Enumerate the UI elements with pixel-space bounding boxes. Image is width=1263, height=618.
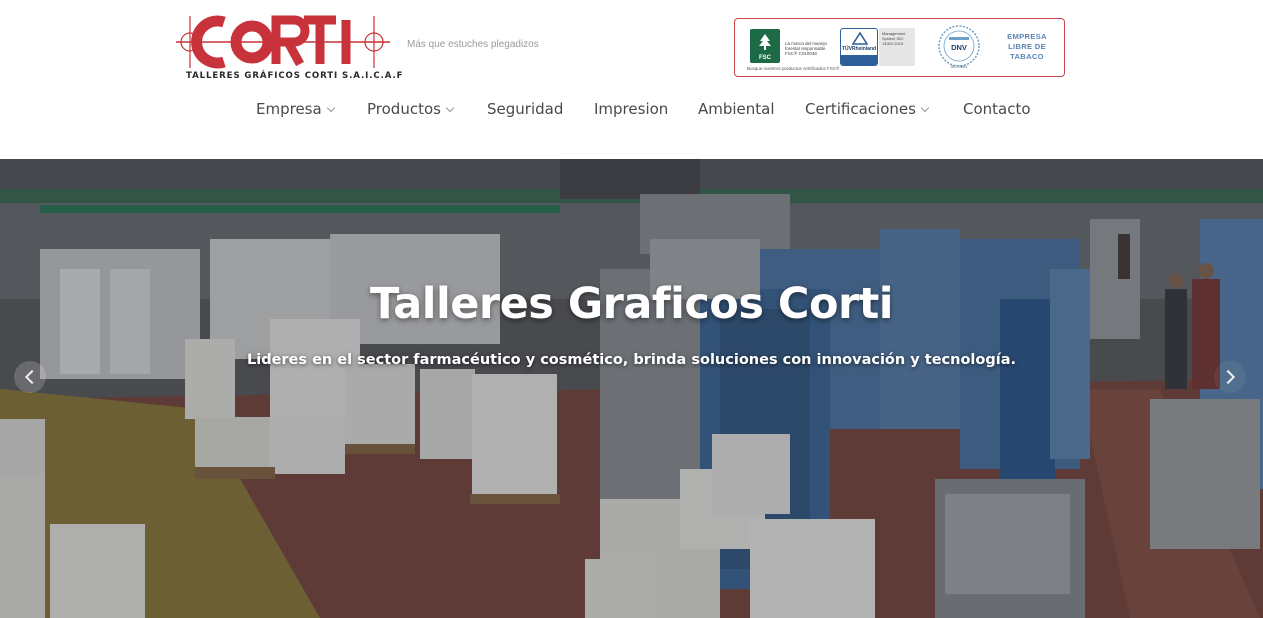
fsc-code: FSC® C010048 bbox=[785, 51, 817, 56]
nav-item-ambiental[interactable]: Ambiental bbox=[698, 100, 775, 118]
certifications-banner: FSC La marca del manejo forestal respons… bbox=[734, 18, 1065, 77]
hero-subtitle: Lideres en el sector farmacéutico y cosm… bbox=[247, 352, 1016, 368]
nav-item-productos[interactable]: Productos bbox=[367, 100, 455, 118]
tree-icon bbox=[759, 34, 771, 50]
nav-item-label: Empresa bbox=[256, 100, 322, 118]
chevron-down-icon bbox=[326, 103, 335, 113]
tuv-logo: TÜVRheinland bbox=[840, 28, 878, 66]
tuv-band bbox=[841, 55, 877, 65]
triangle-icon bbox=[852, 32, 868, 45]
slider-prev-button[interactable] bbox=[14, 361, 46, 393]
fsc-description: La marca del manejo forestal responsable bbox=[785, 41, 828, 51]
tabaco-line-3: TABACO bbox=[1010, 52, 1044, 61]
nav-item-label: Certificaciones bbox=[805, 100, 916, 118]
tagline: Más que estuches plegadizos bbox=[407, 39, 539, 50]
nav-item-label: Ambiental bbox=[698, 100, 775, 118]
chevron-right-icon bbox=[1220, 369, 1236, 385]
tabaco-line-1: EMPRESA bbox=[1007, 32, 1047, 41]
dnv-footer: ISO 9001 bbox=[950, 64, 968, 69]
logo-caption: TALLERES GRÁFICOS CORTI S.A.I.C.A.F bbox=[186, 71, 404, 81]
nav-item-seguridad[interactable]: Seguridad bbox=[487, 100, 563, 118]
chevron-left-icon bbox=[24, 369, 40, 385]
main-nav: Empresa Productos Seguridad Impresion Am… bbox=[0, 100, 1263, 120]
hero-overlay bbox=[0, 159, 1263, 618]
nav-item-label: Productos bbox=[367, 100, 441, 118]
tuv-certificate-card: Management System ISO 14001:2015 bbox=[879, 28, 915, 66]
tabaco-line-2: LIBRE DE bbox=[1008, 42, 1046, 51]
nav-item-certificaciones[interactable]: Certificaciones bbox=[805, 100, 930, 118]
fsc-subtext: Busque nuestros productos certificados F… bbox=[747, 66, 840, 71]
nav-item-empresa[interactable]: Empresa bbox=[256, 100, 335, 118]
fsc-logo: FSC bbox=[750, 29, 780, 63]
logo-graphic bbox=[176, 15, 390, 69]
tuv-card-text: Management System ISO 14001:2015 bbox=[882, 31, 906, 46]
fsc-label: FSC bbox=[759, 55, 771, 61]
dnv-label: DNV bbox=[951, 43, 967, 52]
chevron-down-icon bbox=[920, 103, 930, 113]
corti-logo[interactable]: TALLERES GRÁFICOS CORTI S.A.I.C.A.F bbox=[176, 12, 404, 84]
nav-item-label: Contacto bbox=[963, 100, 1031, 118]
fsc-text: La marca del manejo forestal responsable… bbox=[785, 41, 831, 56]
nav-item-label: Impresion bbox=[594, 100, 669, 118]
tabaco-badge: EMPRESA LIBRE DE TABACO bbox=[997, 32, 1057, 62]
dnv-logo: DNV ISO 9001 bbox=[935, 24, 983, 70]
hero-slider: Talleres Graficos Corti Lideres en el se… bbox=[0, 159, 1263, 618]
nav-item-impresion[interactable]: Impresion bbox=[594, 100, 668, 118]
slider-next-button[interactable] bbox=[1214, 361, 1246, 393]
chevron-down-icon bbox=[445, 103, 455, 113]
nav-item-label: Seguridad bbox=[487, 100, 564, 118]
hero-title: Talleres Graficos Corti bbox=[369, 279, 894, 329]
tuv-label: TÜVRheinland bbox=[841, 46, 877, 52]
site-header: TALLERES GRÁFICOS CORTI S.A.I.C.A.F Más … bbox=[0, 0, 1263, 159]
nav-item-contacto[interactable]: Contacto bbox=[963, 100, 1031, 118]
